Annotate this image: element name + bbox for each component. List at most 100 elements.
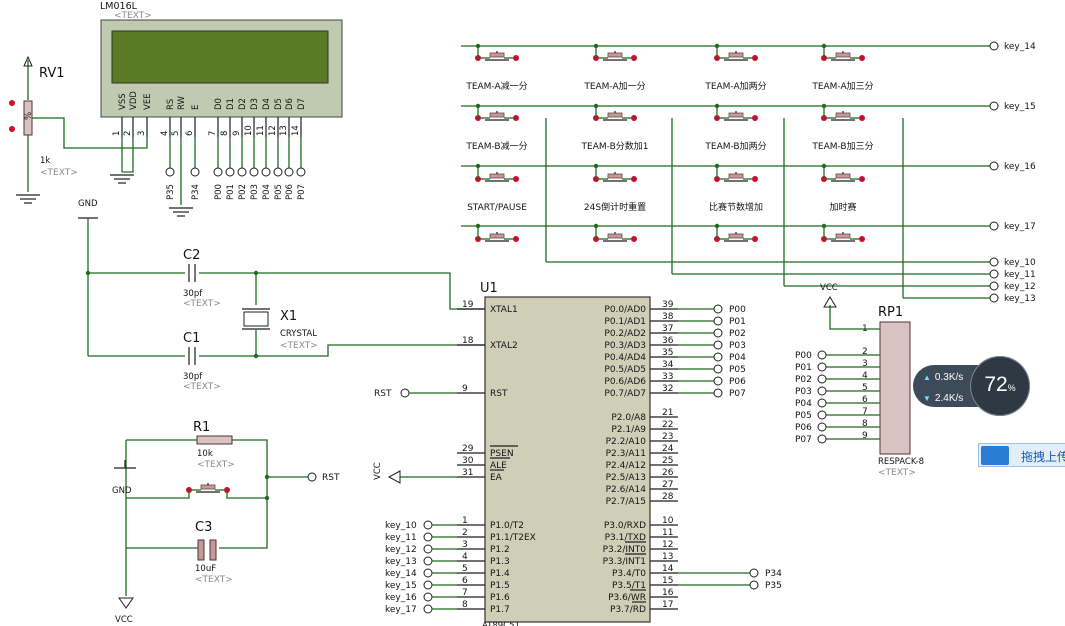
keypad-button-label: TEAM-B加三分 xyxy=(811,141,873,152)
u1-pin-name: P2.1/A9 xyxy=(611,425,646,435)
key-terminal xyxy=(423,544,433,554)
rp1-vcc-label: VCC xyxy=(820,283,838,293)
u1-pin-name: P3.0/RXD xyxy=(604,521,646,531)
c1-ref: C1 xyxy=(183,331,200,346)
keypad-button-cap xyxy=(835,112,851,118)
c3-value: 10uF xyxy=(195,564,216,574)
keypad-button-pin-b xyxy=(859,236,865,242)
port3-net-label: P34 xyxy=(765,569,782,579)
lcd-net-terminal xyxy=(261,167,271,177)
rv1-ref: RV1 xyxy=(39,66,65,81)
rp1-net-label: P03 xyxy=(795,387,812,397)
schematic-canvas: LM016L<TEXT>VSS1VDD2VEE3RS4RW5E6D07D18D2… xyxy=(9,1,1036,626)
key-net-label: key_10 xyxy=(385,521,417,531)
keypad-button-cap xyxy=(835,52,851,58)
port0-net-label: P05 xyxy=(729,365,746,375)
u1-pin-name: P2.4/A12 xyxy=(606,461,646,471)
lcd-pin-number: 1 xyxy=(112,131,122,136)
u1-pin-name: P2.2/A10 xyxy=(606,437,647,447)
u1-pin-name: P0.1/AD1 xyxy=(604,317,646,327)
u1-pin-name: P0.2/AD2 xyxy=(604,329,646,339)
keypad-button-pin-b xyxy=(752,55,758,61)
u1-pin-number: 9 xyxy=(462,384,468,394)
rst-terminal xyxy=(307,472,317,482)
u1-pin-number: 14 xyxy=(662,564,674,574)
key-net-label: key_16 xyxy=(385,593,417,603)
keypad-button-pin-b xyxy=(752,115,758,121)
u1-pin-number: 27 xyxy=(662,480,673,490)
u1-pin-number: 4 xyxy=(462,552,468,562)
vcc-arrow-down xyxy=(118,597,134,609)
junction-dot xyxy=(475,43,481,49)
keypad-button-pin-b xyxy=(513,115,519,121)
u1-pin-name: P0.3/AD3 xyxy=(604,341,646,351)
keypad-button-pin-b xyxy=(752,236,758,242)
keypad-button-cap xyxy=(489,112,505,118)
u1-pin-name: P0.0/AD0 xyxy=(604,305,646,315)
u1-pin-number: 23 xyxy=(662,432,673,442)
c3-text-placeholder: <TEXT> xyxy=(195,575,233,585)
c2-text-placeholder: <TEXT> xyxy=(183,299,221,309)
keypad-button-cap xyxy=(728,52,744,58)
c1-value: 30pf xyxy=(183,372,203,382)
lcd-pin-label: RS xyxy=(166,99,176,110)
rp1-net-label: P00 xyxy=(795,351,812,361)
keypad-button-pin-b xyxy=(859,55,865,61)
u1-pin-number: 30 xyxy=(462,456,474,466)
rp1-net-label: P07 xyxy=(795,435,812,445)
rp1-pin-number: 8 xyxy=(862,419,868,429)
key-net-label: key_11 xyxy=(385,533,417,543)
lcd-net-label: P04 xyxy=(262,184,272,200)
junction-dot xyxy=(475,223,481,229)
rp1-pin-number: 7 xyxy=(862,407,868,417)
u1-pin-name: P2.6/A14 xyxy=(606,485,647,495)
keypad-button-label: TEAM-A减一分 xyxy=(465,80,527,92)
p3-terminal xyxy=(749,580,759,590)
keypad-row-terminal xyxy=(989,161,999,171)
u1-pin-number: 26 xyxy=(662,468,674,478)
drag-upload-button[interactable]: 拖拽上传 xyxy=(978,443,1065,467)
rp1-terminal xyxy=(817,386,827,396)
lcd-pin-label: VDD xyxy=(129,91,139,110)
keypad-row-net: key_15 xyxy=(1004,102,1036,112)
u1-pin-number: 39 xyxy=(662,300,674,310)
p0-terminal xyxy=(713,376,723,386)
r1-text-placeholder: <TEXT> xyxy=(197,460,235,470)
key-terminal xyxy=(423,568,433,578)
u1-pin-number: 21 xyxy=(662,408,673,418)
reset-button-cap xyxy=(200,484,216,490)
junction-dot xyxy=(593,163,599,169)
lcd-net-terminal xyxy=(213,167,223,177)
keypad-button-cap xyxy=(489,173,505,179)
junction-dot xyxy=(821,43,827,49)
u1-pin-name: P2.0/A8 xyxy=(611,413,646,423)
lcd-net-label: P07 xyxy=(297,184,307,200)
network-speed-widget[interactable]: ▲ 0.3K/s ▼ 2.4K/s 72% xyxy=(913,356,1031,416)
p0-terminal xyxy=(713,352,723,362)
up-arrow-icon: ▲ xyxy=(923,373,931,382)
rv1-pin-red xyxy=(9,100,15,106)
lcd-vdd-wire xyxy=(122,137,134,173)
lcd-net-terminal xyxy=(249,167,259,177)
keypad-button-label: TEAM-B分数加1 xyxy=(581,140,649,152)
xtal2-wire xyxy=(199,344,485,357)
keypad-button-pin-b xyxy=(631,115,637,121)
u1-ref: U1 xyxy=(480,281,498,296)
junction-dot xyxy=(593,103,599,109)
lcd-pin-label: D2 xyxy=(238,98,248,110)
keypad-button-label: TEAM-B减一分 xyxy=(465,140,527,152)
download-speed-value: 2.4K/s xyxy=(934,393,964,404)
keypad-button-cap xyxy=(489,233,505,239)
lcd-net-label: P01 xyxy=(226,184,236,200)
p0-terminal xyxy=(713,364,723,374)
keypad-button-pin-b xyxy=(513,236,519,242)
u1-pin-number: 6 xyxy=(462,576,468,586)
u1-pin-number: 36 xyxy=(662,336,674,346)
keypad-col-terminal xyxy=(989,257,999,267)
junction-dot xyxy=(714,103,720,109)
u1-pin-name: P0.6/AD6 xyxy=(604,377,646,387)
keypad-button-label: 比赛节数增加 xyxy=(709,201,763,213)
u1-pin-number: 17 xyxy=(662,600,673,610)
lcd-pin-label: D5 xyxy=(274,98,284,110)
keypad-col-net: key_13 xyxy=(1004,294,1036,304)
